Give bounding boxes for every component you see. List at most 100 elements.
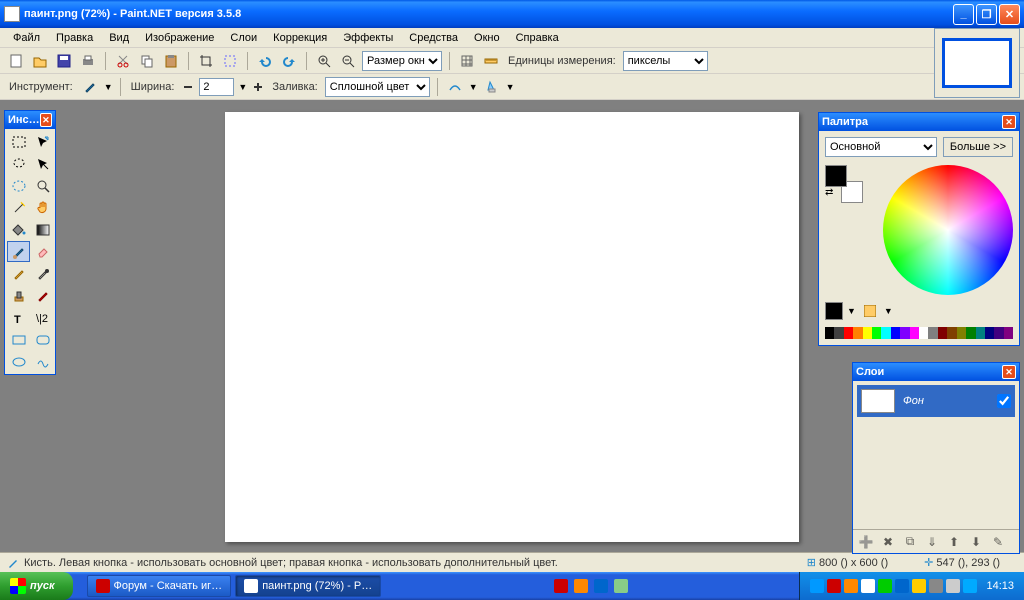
tray-icon-7[interactable] [912,579,926,593]
tool-zoom[interactable] [31,175,54,196]
tool-pencil[interactable] [7,263,30,284]
palette-color[interactable] [919,327,928,339]
palette-color[interactable] [928,327,937,339]
taskbar-item-1[interactable]: Форум - Скачать иг… [87,575,232,597]
antialiasing-button[interactable] [445,77,465,97]
tray-icon-5[interactable] [878,579,892,593]
tool-line[interactable]: \|2 [31,307,54,328]
tools-panel-close-button[interactable]: ✕ [40,113,52,127]
tool-clone-stamp[interactable] [7,285,30,306]
menu-view[interactable]: Вид [102,30,136,46]
color-wheel[interactable] [883,165,1013,295]
palette-color[interactable] [881,327,890,339]
menu-help[interactable]: Справка [509,30,566,46]
redo-button[interactable] [279,51,299,71]
grid-button[interactable] [457,51,477,71]
close-button[interactable]: ✕ [999,4,1020,25]
tray-icon-1[interactable] [810,579,824,593]
tray-app-icon-1[interactable] [554,579,568,593]
move-layer-down-button[interactable]: ⬇ [967,533,985,551]
tool-ellipse[interactable] [7,351,30,372]
palette-color[interactable] [976,327,985,339]
fg-bg-swatches[interactable]: ⇄ [825,165,863,203]
undo-button[interactable] [255,51,275,71]
palette-color[interactable] [844,327,853,339]
tray-icon-10[interactable] [963,579,977,593]
minimize-button[interactable]: _ [953,4,974,25]
open-button[interactable] [30,51,50,71]
palette-color[interactable] [1004,327,1013,339]
canvas[interactable] [225,112,799,542]
palette-more-button[interactable]: Больше >> [943,137,1013,157]
start-button[interactable]: пуск [0,572,73,600]
tool-recolor[interactable] [31,285,54,306]
menu-layers[interactable]: Слои [223,30,264,46]
palette-panel-close-button[interactable]: ✕ [1002,115,1016,129]
menu-image[interactable]: Изображение [138,30,221,46]
cut-button[interactable] [113,51,133,71]
duplicate-layer-button[interactable]: ⧉ [901,533,919,551]
print-button[interactable] [78,51,98,71]
crop-button[interactable] [196,51,216,71]
merge-layer-button[interactable]: ⇓ [923,533,941,551]
maximize-button[interactable]: ❐ [976,4,997,25]
tray-app-icon-4[interactable] [614,579,628,593]
menu-adjustments[interactable]: Коррекция [266,30,334,46]
palette-color[interactable] [834,327,843,339]
tray-icon-9[interactable] [946,579,960,593]
width-plus-button[interactable] [251,77,265,97]
clock[interactable]: 14:13 [986,580,1014,592]
add-layer-button[interactable]: ➕ [857,533,875,551]
tool-move-pixels[interactable] [31,153,54,174]
tool-text[interactable]: T [7,307,30,328]
layers-panel-header[interactable]: Слои ✕ [853,363,1019,381]
palette-color[interactable] [966,327,975,339]
layer-visibility-checkbox[interactable] [997,394,1011,408]
new-button[interactable] [6,51,26,71]
blend-mode-button[interactable] [482,77,502,97]
width-minus-button[interactable] [181,77,195,97]
palette-color[interactable] [853,327,862,339]
palette-color[interactable] [957,327,966,339]
tool-paintbrush[interactable] [7,241,30,262]
tool-rounded-rect[interactable] [31,329,54,350]
menu-effects[interactable]: Эффекты [336,30,400,46]
tool-rect-select[interactable] [7,131,30,152]
save-button[interactable] [54,51,74,71]
palette-color[interactable] [891,327,900,339]
menu-tools[interactable]: Средства [402,30,465,46]
menu-file[interactable]: Файл [6,30,47,46]
tray-icon-6[interactable] [895,579,909,593]
palette-options-icon[interactable] [860,301,880,321]
palette-color[interactable] [910,327,919,339]
current-tool-icon[interactable] [80,77,100,97]
menu-edit[interactable]: Правка [49,30,100,46]
palette-color[interactable] [872,327,881,339]
delete-layer-button[interactable]: ✖ [879,533,897,551]
units-select[interactable]: пикселы [623,51,708,71]
tool-color-picker[interactable] [31,263,54,284]
palette-color[interactable] [947,327,956,339]
ruler-button[interactable] [481,51,501,71]
tool-pan[interactable] [31,197,54,218]
zoom-out-button[interactable] [338,51,358,71]
menu-window[interactable]: Окно [467,30,507,46]
tool-move-selection[interactable] [31,131,54,152]
deselect-button[interactable] [220,51,240,71]
tool-ellipse-select[interactable] [7,175,30,196]
fg-color-swatch[interactable] [825,165,847,187]
tray-icon-8[interactable] [929,579,943,593]
tray-icon-3[interactable] [844,579,858,593]
tool-gradient[interactable] [31,219,54,240]
fill-select[interactable]: Сплошной цвет [325,77,430,97]
palette-color[interactable] [900,327,909,339]
tool-paint-bucket[interactable] [7,219,30,240]
palette-panel-header[interactable]: Палитра ✕ [819,113,1019,131]
palette-color[interactable] [938,327,947,339]
tray-icon-4[interactable] [861,579,875,593]
layer-properties-button[interactable]: ✎ [989,533,1007,551]
tool-magic-wand[interactable] [7,197,30,218]
palette-color[interactable] [863,327,872,339]
paste-button[interactable] [161,51,181,71]
tray-app-icon-3[interactable] [594,579,608,593]
